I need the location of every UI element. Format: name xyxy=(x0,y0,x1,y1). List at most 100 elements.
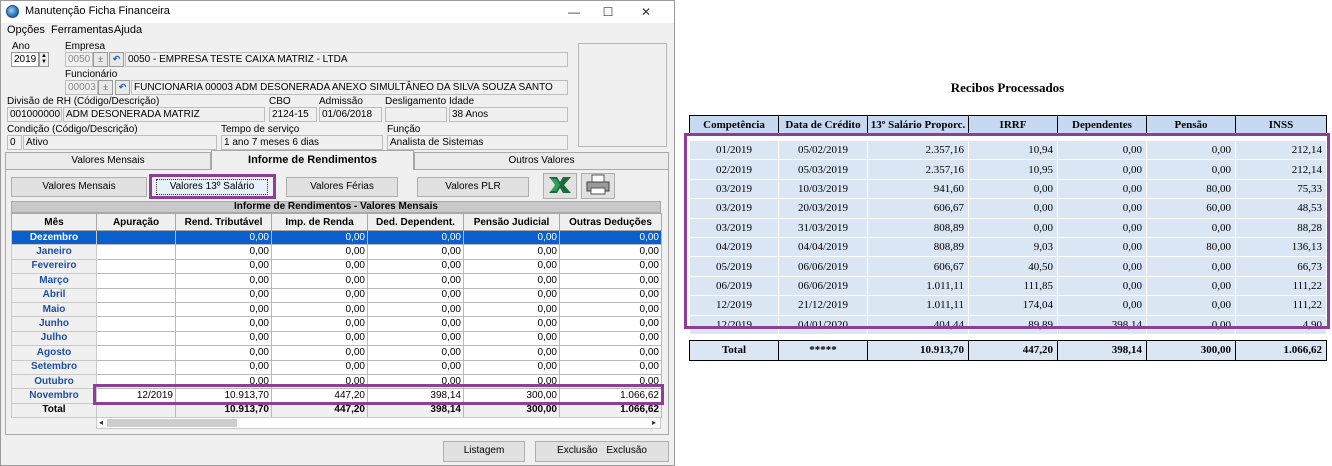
tab-informe-rendimentos[interactable]: Informe de Rendimentos xyxy=(211,150,414,170)
print-button[interactable] xyxy=(581,173,615,199)
cell-ded-dependent[interactable]: 0,00 xyxy=(367,316,464,332)
cell-mes[interactable]: Outubro xyxy=(11,373,97,390)
cell-ded-dependent[interactable]: 0,00 xyxy=(367,330,464,347)
ano-spinner[interactable]: ▲ ▼ xyxy=(39,52,49,67)
valores-mensais-button[interactable]: Valores Mensais xyxy=(11,177,147,197)
cell-mes[interactable]: Junho xyxy=(11,316,97,332)
cell-pensao-judicial[interactable]: 0,00 xyxy=(463,244,560,260)
scroll-thumb[interactable] xyxy=(107,419,237,427)
grid-row[interactable]: Abril 0,00 0,00 0,00 0,00 0,00 xyxy=(11,287,662,303)
cell-mes[interactable]: Setembro xyxy=(11,359,97,375)
tab-outros-valores[interactable]: Outros Valores xyxy=(414,152,669,169)
cell-apuracao[interactable] xyxy=(96,258,176,275)
cell-mes[interactable]: Julho xyxy=(11,330,97,347)
cell-mes[interactable]: Novembro xyxy=(11,388,97,404)
cell-apuracao[interactable] xyxy=(96,330,176,347)
cell-imp-renda[interactable]: 0,00 xyxy=(271,359,368,375)
col-imp-renda[interactable]: Imp. de Renda xyxy=(271,213,368,231)
cell-mes[interactable]: Dezembro xyxy=(11,229,97,246)
horizontal-scrollbar[interactable]: ◂ ▸ xyxy=(96,417,661,429)
cell-ded-dependent[interactable]: 0,00 xyxy=(367,273,464,289)
grid-row[interactable]: Março 0,00 0,00 0,00 0,00 0,00 xyxy=(11,273,662,289)
grid-row[interactable]: Maio 0,00 0,00 0,00 0,00 0,00 xyxy=(11,301,662,318)
menu-ferramentas[interactable]: Ferramentas xyxy=(51,24,113,36)
cell-pensao-judicial[interactable]: 0,00 xyxy=(463,301,560,318)
col-mes[interactable]: Mês xyxy=(11,213,97,231)
listagem-button[interactable]: Listagem xyxy=(443,441,525,462)
cell-ded-dependent[interactable]: 0,00 xyxy=(367,229,464,246)
col-pensao-judicial[interactable]: Pensão Judicial xyxy=(463,213,560,231)
cell-mes[interactable]: Fevereiro xyxy=(11,258,97,275)
cell-pensao-judicial[interactable]: 0,00 xyxy=(463,229,560,246)
cell-rend-tributavel[interactable]: 0,00 xyxy=(175,244,272,260)
funcionario-search-button[interactable]: ± xyxy=(98,80,113,95)
cell-outras-deducoes[interactable]: 0,00 xyxy=(559,287,662,303)
grid-row[interactable]: Junho 0,00 0,00 0,00 0,00 0,00 xyxy=(11,316,662,332)
grid-row[interactable]: Julho 0,00 0,00 0,00 0,00 0,00 xyxy=(11,330,662,347)
cell-apuracao[interactable] xyxy=(96,345,176,361)
grid-row[interactable]: Agosto 0,00 0,00 0,00 0,00 0,00 xyxy=(11,345,662,361)
cell-rend-tributavel[interactable]: 0,00 xyxy=(175,316,272,332)
cell-ded-dependent[interactable]: 0,00 xyxy=(367,287,464,303)
ano-field[interactable]: 2019 xyxy=(11,52,39,67)
col-apuracao[interactable]: Apuração xyxy=(96,213,176,231)
cell-outras-deducoes[interactable]: 0,00 xyxy=(559,330,662,347)
menu-ajuda[interactable]: Ajuda xyxy=(114,24,142,36)
cell-imp-renda[interactable]: 0,00 xyxy=(271,345,368,361)
valores-plr-button[interactable]: Valores PLR xyxy=(417,177,529,197)
cell-rend-tributavel[interactable]: 0,00 xyxy=(175,330,272,347)
cell-outras-deducoes[interactable]: 0,00 xyxy=(559,258,662,275)
col-outras-deducoes[interactable]: Outras Deduções xyxy=(559,213,662,231)
cell-apuracao[interactable] xyxy=(96,301,176,318)
cell-outras-deducoes[interactable]: 0,00 xyxy=(559,301,662,318)
cell-imp-renda[interactable]: 0,00 xyxy=(271,244,368,260)
cell-rend-tributavel[interactable]: 0,00 xyxy=(175,258,272,275)
cell-ded-dependent[interactable]: 0,00 xyxy=(367,258,464,275)
cell-ded-dependent[interactable]: 0,00 xyxy=(367,345,464,361)
tab-valores-mensais[interactable]: Valores Mensais xyxy=(5,152,211,169)
cell-pensao-judicial[interactable]: 0,00 xyxy=(463,287,560,303)
cell-apuracao[interactable] xyxy=(96,273,176,289)
col-rend-tributavel[interactable]: Rend. Tributável xyxy=(175,213,272,231)
scroll-right-icon[interactable]: ▸ xyxy=(652,418,656,428)
excel-export-button[interactable] xyxy=(543,173,577,199)
cell-outras-deducoes[interactable]: 0,00 xyxy=(559,273,662,289)
cell-imp-renda[interactable]: 0,00 xyxy=(271,273,368,289)
valores-13-salario-button[interactable]: Valores 13º Salário xyxy=(156,179,268,195)
maximize-button[interactable]: ☐ xyxy=(593,3,623,21)
cell-apuracao[interactable] xyxy=(96,244,176,260)
cell-imp-renda[interactable]: 0,00 xyxy=(271,301,368,318)
empresa-code-field[interactable]: 0050 xyxy=(65,52,93,67)
cell-apuracao[interactable] xyxy=(96,229,176,246)
cell-apuracao[interactable] xyxy=(96,316,176,332)
cell-outras-deducoes[interactable]: 0,00 xyxy=(559,244,662,260)
cell-mes[interactable]: Abril xyxy=(11,287,97,303)
cell-pensao-judicial[interactable]: 0,00 xyxy=(463,258,560,275)
cell-ded-dependent[interactable]: 0,00 xyxy=(367,301,464,318)
scroll-left-icon[interactable]: ◂ xyxy=(99,418,103,428)
grid-row[interactable]: Fevereiro 0,00 0,00 0,00 0,00 0,00 xyxy=(11,258,662,275)
cell-outras-deducoes[interactable]: 0,00 xyxy=(559,316,662,332)
cell-imp-renda[interactable]: 0,00 xyxy=(271,287,368,303)
menu-opcoes[interactable]: Opções xyxy=(7,24,45,36)
funcionario-back-button[interactable]: ↶ xyxy=(115,80,130,95)
cell-mes[interactable]: Maio xyxy=(11,301,97,318)
close-button[interactable]: ✕ xyxy=(631,3,661,21)
valores-ferias-button[interactable]: Valores Férias xyxy=(286,177,398,197)
cell-apuracao[interactable] xyxy=(96,287,176,303)
cell-pensao-judicial[interactable]: 0,00 xyxy=(463,345,560,361)
cell-rend-tributavel[interactable]: 0,00 xyxy=(175,301,272,318)
cell-ded-dependent[interactable]: 0,00 xyxy=(367,244,464,260)
cell-imp-renda[interactable]: 0,00 xyxy=(271,330,368,347)
cell-mes[interactable]: Janeiro xyxy=(11,244,97,260)
cell-outras-deducoes[interactable]: 0,00 xyxy=(559,359,662,375)
cell-rend-tributavel[interactable]: 0,00 xyxy=(175,229,272,246)
grid-row[interactable]: Dezembro 0,00 0,00 0,00 0,00 0,00 xyxy=(11,229,662,246)
cell-mes[interactable]: Agosto xyxy=(11,345,97,361)
cell-pensao-judicial[interactable]: 0,00 xyxy=(463,273,560,289)
cell-rend-tributavel[interactable]: 0,00 xyxy=(175,287,272,303)
minimize-button[interactable]: — xyxy=(559,3,589,21)
cell-pensao-judicial[interactable]: 0,00 xyxy=(463,359,560,375)
cell-rend-tributavel[interactable]: 0,00 xyxy=(175,359,272,375)
cell-outras-deducoes[interactable]: 0,00 xyxy=(559,345,662,361)
